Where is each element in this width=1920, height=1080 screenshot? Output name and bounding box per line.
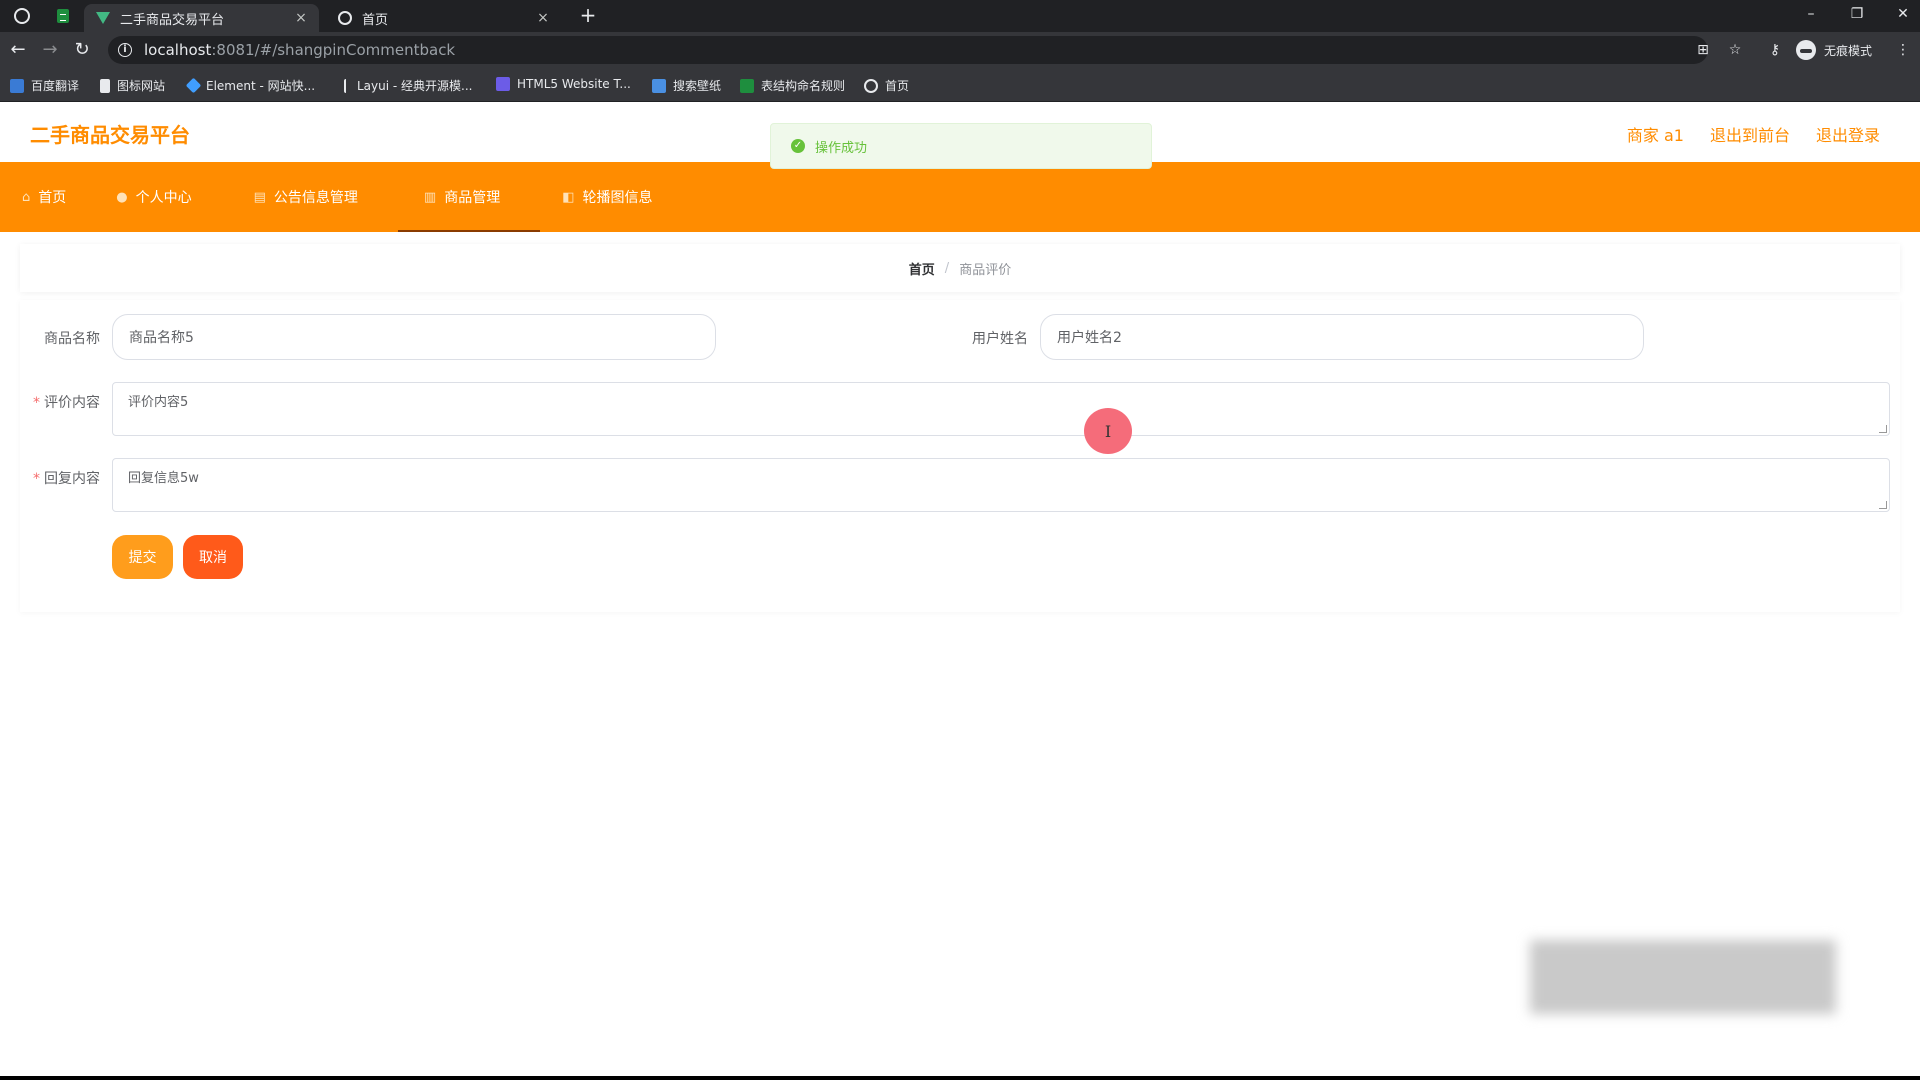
menu-item-profile[interactable]: ● 个人中心 <box>88 162 231 232</box>
goods-icon: ▥ <box>423 189 437 205</box>
bookmark-item[interactable]: 搜索壁纸 <box>652 77 721 94</box>
reload-icon[interactable]: ↻ <box>70 38 94 62</box>
bookmark-item[interactable]: 首页 <box>864 77 909 94</box>
url-path: :8081/#/shangpinCommentback <box>211 41 456 59</box>
breadcrumb: 首页 / 商品评价 <box>20 244 1900 292</box>
logout-link[interactable]: 退出登录 <box>1816 122 1880 146</box>
review-text: 评价内容5 <box>128 395 189 410</box>
brand-title: 二手商品交易平台 <box>30 123 190 147</box>
carousel-icon: ◧ <box>562 189 575 205</box>
check-circle-icon: ✓ <box>791 139 805 153</box>
close-window-button[interactable]: ✕ <box>1880 0 1920 28</box>
back-arrow-icon[interactable]: ← <box>6 38 30 62</box>
toast-message: 操作成功 <box>815 140 868 156</box>
bookmark-item[interactable]: 百度翻译 <box>10 77 79 94</box>
menu-item-home[interactable]: ⌂ 首页 <box>0 162 88 232</box>
address-bar[interactable]: i localhost :8081/#/shangpinCommentback <box>108 36 1708 64</box>
review-textarea[interactable]: 评价内容5 <box>112 382 1890 436</box>
info-icon[interactable]: i <box>118 43 132 57</box>
bookmark-item[interactable]: 图标网站 <box>100 77 165 94</box>
restore-button[interactable]: ❐ <box>1834 0 1880 28</box>
text-cursor-icon: I <box>1104 421 1112 441</box>
bookmark-item[interactable]: Layui - 经典开源模... <box>344 77 472 94</box>
product-name-input[interactable]: 商品名称5 <box>112 314 716 360</box>
breadcrumb-separator: / <box>944 260 950 276</box>
layui-icon <box>344 78 350 93</box>
blurred-watermark <box>1530 940 1836 1014</box>
back-to-front-link[interactable]: 退出到前台 <box>1710 122 1790 146</box>
required-mark: * <box>33 395 40 411</box>
globe-icon <box>336 11 354 25</box>
star-icon[interactable]: ☆ <box>1725 40 1745 60</box>
header-links: 商家 a1 退出到前台 退出登录 <box>1627 122 1880 146</box>
tab-close-icon[interactable]: × <box>293 10 309 26</box>
home-icon: ⌂ <box>22 189 31 205</box>
incognito-label: 无痕模式 <box>1824 43 1873 58</box>
resize-handle-icon[interactable] <box>1879 501 1887 509</box>
tab-close-icon[interactable]: × <box>535 10 551 26</box>
incognito-indicator[interactable]: 无痕模式 <box>1796 40 1872 60</box>
reply-textarea[interactable]: 回复信息5w <box>112 458 1890 512</box>
minimize-button[interactable]: – <box>1788 0 1834 28</box>
menu-item-carousel[interactable]: ◧ 轮播图信息 <box>540 162 674 232</box>
key-icon[interactable]: ⚷ <box>1765 40 1785 60</box>
resize-handle-icon[interactable] <box>1879 425 1887 433</box>
submit-button[interactable]: 提交 <box>112 535 173 579</box>
html5-icon <box>496 77 510 91</box>
new-tab-button[interactable]: + <box>574 4 602 28</box>
pinned-tab[interactable] <box>44 0 82 32</box>
breadcrumb-current: 商品评价 <box>959 262 1012 278</box>
incognito-icon <box>1796 40 1816 60</box>
required-mark: * <box>33 471 40 487</box>
user-icon: ● <box>116 189 128 205</box>
reply-label: * 回复内容 <box>33 471 100 487</box>
user-name-label: 用户姓名 <box>972 331 1028 347</box>
translate-icon <box>10 78 24 93</box>
reply-text: 回复信息5w <box>128 471 199 486</box>
url-host: localhost <box>144 41 212 59</box>
cursor-highlight: I <box>1084 408 1132 454</box>
sheet-icon <box>740 78 754 93</box>
bookmark-item[interactable]: HTML5 Website T... <box>496 77 631 91</box>
menu-item-notices[interactable]: ▤ 公告信息管理 <box>232 162 398 232</box>
cancel-button[interactable]: 取消 <box>183 535 243 579</box>
tab-title: 首页 <box>362 12 389 28</box>
wallpaper-icon <box>652 78 666 93</box>
product-name-label: 商品名称 <box>44 331 100 347</box>
user-name-input[interactable]: 用户姓名2 <box>1040 314 1644 360</box>
tab-active[interactable]: 二手商品交易平台 × <box>84 4 319 32</box>
tab-title: 二手商品交易平台 <box>120 12 225 28</box>
forward-arrow-icon[interactable]: → <box>38 38 62 62</box>
globe-icon <box>864 78 878 93</box>
browser-tab-bar: 二手商品交易平台 × 首页 × + – ❐ ✕ <box>0 0 1920 32</box>
browser-app-icon[interactable] <box>14 8 30 24</box>
success-toast: ✓ 操作成功 <box>770 123 1152 169</box>
menu-dots-icon[interactable]: ⋮ <box>1893 40 1913 60</box>
bookmarks-bar: 百度翻译 图标网站 Element - 网站快... Layui - 经典开源模… <box>0 68 1920 102</box>
sheet-icon <box>57 9 69 23</box>
notice-icon: ▤ <box>253 189 266 205</box>
element-icon <box>185 77 202 94</box>
flag-icon <box>100 78 110 93</box>
main-menu: ⌂ 首页 ● 个人中心 ▤ 公告信息管理 ▥ 商品管理 ◧ 轮播图信息 <box>0 162 1920 232</box>
bookmark-item[interactable]: Element - 网站快... <box>185 77 315 94</box>
breadcrumb-home[interactable]: 首页 <box>909 259 935 278</box>
review-label: * 评价内容 <box>33 395 100 411</box>
browser-toolbar: ← → ↻ i localhost :8081/#/shangpinCommen… <box>0 32 1920 68</box>
translate-icon[interactable]: ⊞ <box>1693 40 1713 60</box>
merchant-user-link[interactable]: 商家 a1 <box>1627 122 1684 146</box>
tab-home[interactable]: 首页 × <box>326 4 561 32</box>
bookmark-item[interactable]: 表结构命名规则 <box>740 77 845 94</box>
menu-item-goods[interactable]: ▥ 商品管理 <box>397 162 541 232</box>
bottom-edge <box>0 1076 1920 1080</box>
vue-icon <box>94 12 112 24</box>
